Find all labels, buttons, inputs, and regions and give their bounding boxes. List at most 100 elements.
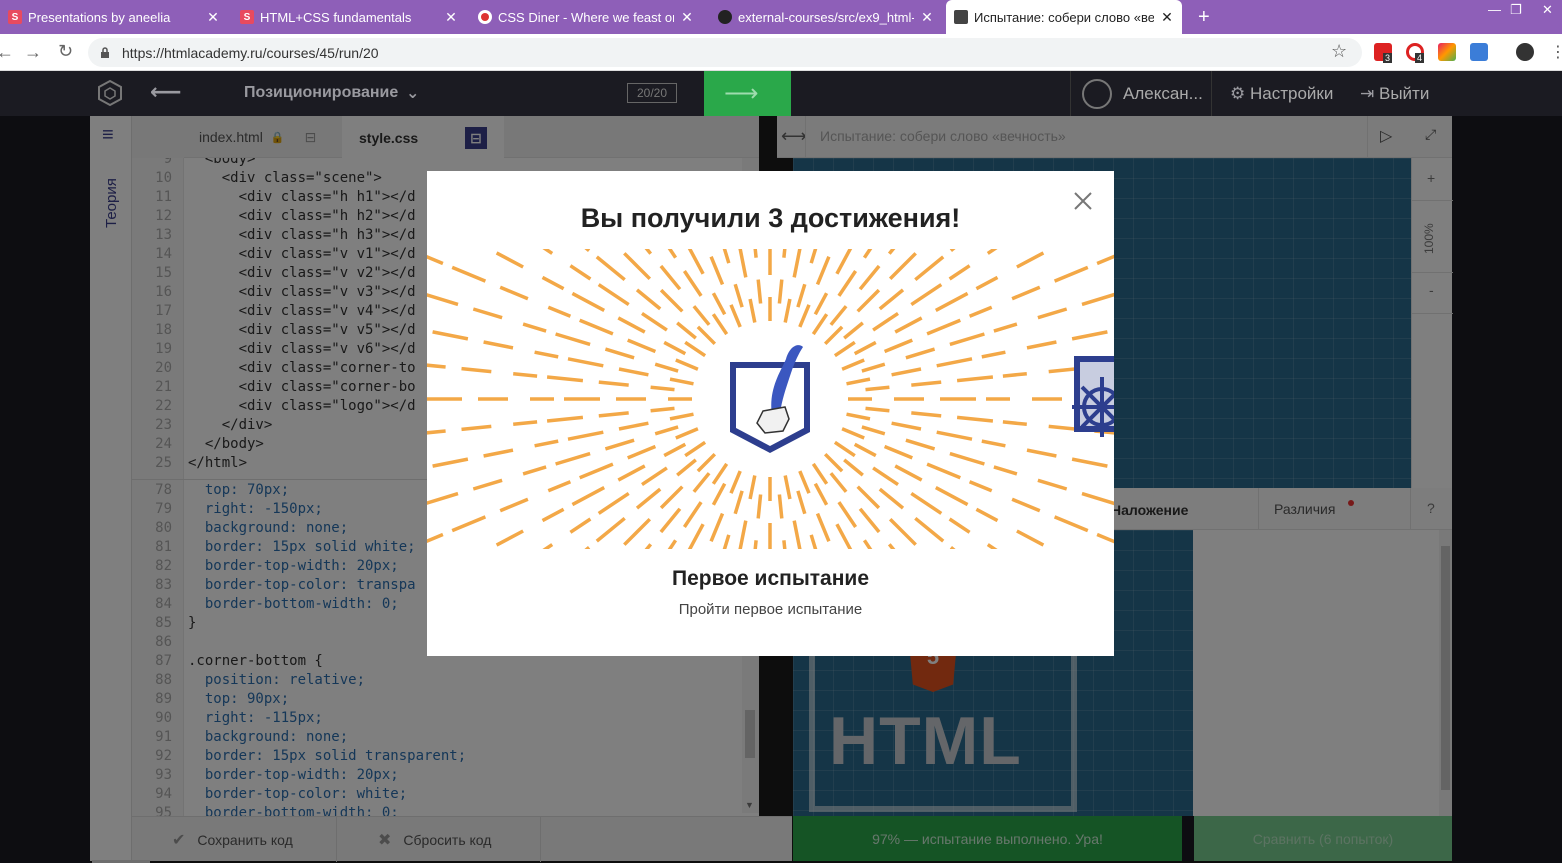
ray-dash: [682, 501, 703, 528]
ray-dash: [584, 546, 591, 549]
ray-dash: [654, 425, 679, 436]
ray-dash: [569, 517, 592, 534]
browser-tab[interactable]: S HTML+CSS fundamentals ✕: [232, 0, 466, 34]
ray-dash: [711, 462, 729, 485]
back-icon[interactable]: ←: [0, 42, 14, 63]
profile-avatar[interactable]: [1516, 43, 1534, 61]
ray-dash: [623, 517, 652, 546]
ray-dash: [823, 325, 844, 346]
ray-dash: [669, 377, 694, 386]
close-window-icon[interactable]: ✕: [1542, 2, 1553, 18]
ray-dash: [910, 491, 943, 515]
lock-icon: [101, 47, 109, 58]
settings-link[interactable]: Настройки: [1250, 84, 1333, 104]
ray-dash: [483, 340, 514, 350]
close-tab-icon[interactable]: ✕: [444, 9, 458, 26]
forward-icon[interactable]: →: [24, 42, 42, 63]
browser-tab[interactable]: S Presentations by aneelia ✕: [0, 0, 228, 34]
ray-dash: [841, 427, 865, 440]
gear-icon[interactable]: ⚙: [1230, 84, 1245, 104]
ray-dash: [861, 362, 886, 373]
minimize-icon[interactable]: —: [1488, 2, 1501, 17]
logout-icon[interactable]: ⇥: [1360, 84, 1374, 104]
ray-dash: [883, 444, 913, 460]
ray-dash: [1037, 478, 1068, 491]
browser-tab[interactable]: external-courses/src/ex9_html-cs ✕: [710, 0, 942, 34]
ray-dash: [692, 305, 711, 326]
ray-dash: [513, 371, 538, 378]
ray-dash: [451, 515, 487, 533]
ray-dash: [687, 249, 705, 275]
restore-icon[interactable]: ❐: [1510, 2, 1522, 18]
color-extension-icon[interactable]: [1438, 43, 1456, 61]
close-tab-icon[interactable]: ✕: [920, 9, 934, 26]
ray-dash: [934, 486, 969, 507]
url-field[interactable]: https://htmlacademy.ru/courses/45/run/20: [88, 38, 1362, 67]
ray-dash: [461, 424, 492, 432]
ray-dash: [856, 485, 881, 510]
ray-dash: [865, 406, 890, 413]
download-extension-icon[interactable]: [1470, 43, 1488, 61]
ray-dash: [547, 305, 572, 318]
ray-dash: [534, 350, 559, 359]
sunburst-rays: [427, 249, 1114, 549]
ray-dash: [853, 442, 877, 458]
ray-dash: [948, 517, 971, 534]
ray-dash: [729, 470, 742, 494]
ray-dash: [872, 466, 899, 487]
ray-dash: [753, 540, 758, 549]
ray-dash: [1026, 340, 1057, 350]
ray-dash: [993, 322, 1018, 333]
reload-icon[interactable]: ↻: [58, 41, 73, 62]
ray-dash: [676, 458, 697, 477]
ray-dash: [981, 350, 1006, 359]
ray-dash: [546, 375, 584, 383]
ray-dash: [584, 249, 591, 252]
ray-dash: [905, 347, 936, 360]
ray-dash: [722, 534, 731, 549]
new-tab-button[interactable]: +: [1190, 0, 1220, 34]
ray-dash: [843, 458, 864, 477]
ray-dash: [595, 516, 626, 543]
ray-dash: [542, 249, 554, 255]
close-tab-icon[interactable]: ✕: [206, 9, 220, 26]
section-dropdown[interactable]: Позиционирование: [244, 84, 398, 102]
browser-tab-active[interactable]: Испытание: собери слово «веч ✕: [946, 0, 1182, 34]
ray-dash: [956, 415, 994, 423]
ray-dash: [888, 252, 917, 281]
htmlacademy-logo-icon[interactable]: [96, 79, 124, 107]
ray-dash: [547, 480, 572, 493]
opera-icon[interactable]: 4: [1406, 43, 1425, 63]
ray-dash: [841, 358, 865, 371]
menu-dots-icon[interactable]: ⋮: [1550, 42, 1562, 62]
ray-dash: [777, 279, 784, 304]
ray-dash: [792, 249, 802, 278]
ray-dash: [644, 249, 653, 255]
back-arrow-icon[interactable]: ⟵: [150, 79, 182, 105]
ray-dash: [427, 363, 446, 369]
close-tab-icon[interactable]: ✕: [1160, 9, 1174, 26]
ray-dash: [722, 249, 731, 264]
chevron-down-icon[interactable]: ⌄: [406, 83, 419, 103]
ray-dash: [534, 439, 559, 448]
ray-dash: [783, 298, 792, 323]
user-menu[interactable]: Алексан...: [1070, 71, 1212, 116]
ray-dash: [641, 466, 668, 487]
ray-dash: [894, 316, 923, 334]
browser-tab[interactable]: CSS Diner - Where we feast on C ✕: [470, 0, 702, 34]
next-step-button[interactable]: ⟶: [704, 71, 791, 116]
ray-dash: [753, 249, 758, 258]
forward-arrow-icon: ⟶: [724, 80, 759, 107]
ray-dash: [650, 385, 675, 392]
adblock-icon[interactable]: 3: [1374, 43, 1393, 63]
ray-dash: [451, 265, 487, 283]
close-tab-icon[interactable]: ✕: [680, 9, 694, 26]
ray-dash: [813, 292, 829, 316]
bookmark-star-icon[interactable]: ☆: [1331, 41, 1347, 62]
ray-dash: [597, 491, 630, 515]
ray-dash: [1053, 515, 1089, 533]
ray-dash: [542, 543, 554, 549]
ray-dash: [809, 249, 818, 264]
logout-link[interactable]: Выйти: [1379, 84, 1429, 104]
close-icon[interactable]: [1071, 189, 1095, 213]
